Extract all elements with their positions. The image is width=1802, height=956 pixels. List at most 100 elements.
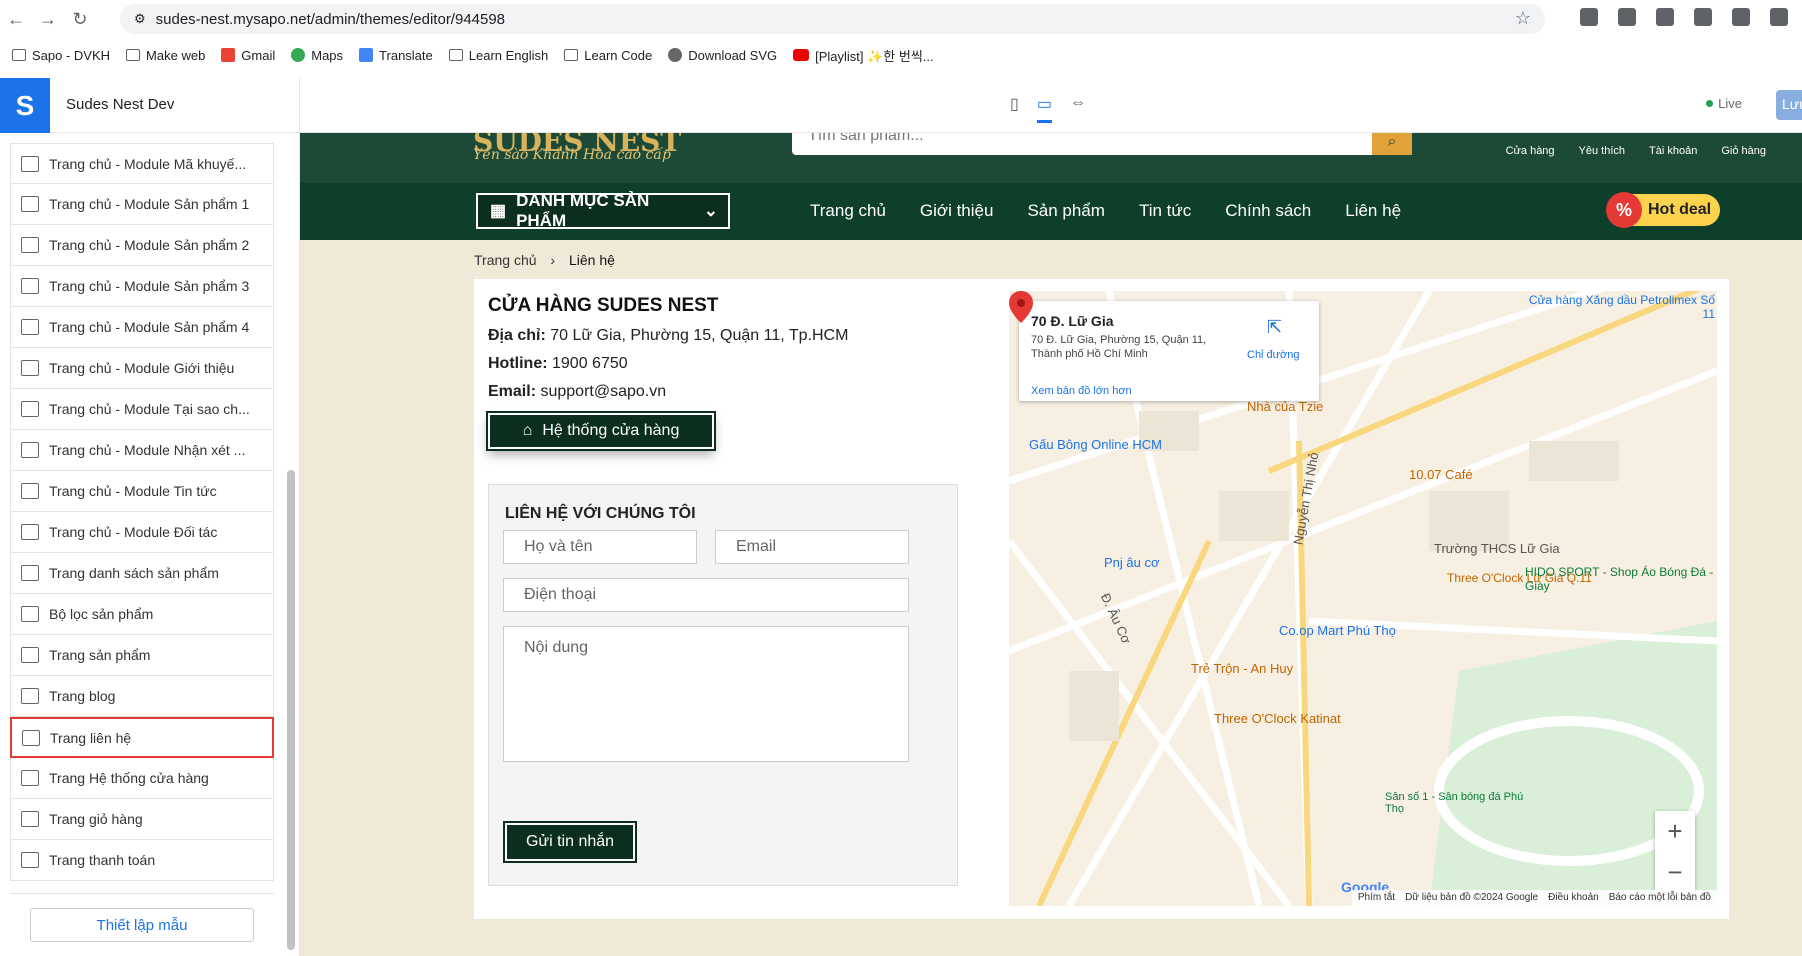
- map-poi[interactable]: Sân số 1 - Sân bóng đá Phú Thọ: [1385, 791, 1535, 815]
- phone-field[interactable]: Điện thoại: [503, 578, 909, 612]
- map-poi[interactable]: Three O'Clock Katinat: [1214, 711, 1341, 726]
- desktop-icon[interactable]: ▭: [1036, 94, 1052, 123]
- bookmarks-bar: Sapo - DVKH Make web Gmail Maps Translat…: [0, 40, 1802, 70]
- bookmark[interactable]: Learn Code: [564, 48, 652, 63]
- map-poi[interactable]: Trẻ Trộn - An Huy: [1191, 661, 1293, 676]
- sidebar-item[interactable]: Trang danh sách sản phẩm: [10, 553, 274, 594]
- sidebar-scrollbar[interactable]: [287, 470, 295, 950]
- sidebar-item[interactable]: Trang chủ - Module Giới thiệu: [10, 348, 274, 389]
- fullwidth-icon[interactable]: ⇔: [1070, 94, 1086, 123]
- sidebar-item[interactable]: Trang chủ - Module Đối tác: [10, 512, 274, 553]
- sidebar-item[interactable]: Trang thanh toán: [10, 840, 274, 881]
- sidebar-item[interactable]: Trang chủ - Module Sản phẩm 3: [10, 266, 274, 307]
- puzzle-icon[interactable]: [1770, 8, 1788, 26]
- sidebar-item[interactable]: Trang chủ - Module Tại sao ch...: [10, 389, 274, 430]
- store-system-button[interactable]: ⌂ Hệ thống cửa hàng: [486, 411, 716, 451]
- shortcuts-link[interactable]: Phím tắt: [1358, 892, 1395, 904]
- sidebar-item[interactable]: Trang chủ - Module Mã khuyế...: [10, 143, 274, 184]
- message-field[interactable]: Nội dung: [503, 626, 909, 762]
- extension-icon[interactable]: [1656, 8, 1674, 26]
- divider: [10, 893, 274, 894]
- wishlist-link[interactable]: Yêu thích: [1579, 145, 1625, 157]
- template-settings-button[interactable]: Thiết lập mẫu: [30, 908, 254, 942]
- folder-icon: [448, 49, 463, 61]
- reload-icon[interactable]: ↻: [64, 3, 96, 35]
- account-link[interactable]: Tài khoản: [1649, 145, 1697, 157]
- breadcrumb-home[interactable]: Trang chủ: [474, 252, 537, 268]
- hot-deal-button[interactable]: % Hot deal: [1606, 192, 1720, 228]
- sidebar-item[interactable]: Trang blog: [10, 676, 274, 717]
- device-switcher: ▯ ▭ ⇔: [1010, 94, 1086, 123]
- sidebar-item[interactable]: Trang giỏ hàng: [10, 799, 274, 840]
- bookmark[interactable]: Translate: [359, 48, 433, 63]
- map-poi[interactable]: Trường THCS Lữ Gia: [1434, 541, 1560, 556]
- sidebar-item[interactable]: Trang liên hệ: [10, 717, 274, 758]
- sidebar-item[interactable]: Trang chủ - Module Tin tức: [10, 471, 274, 512]
- bookmark[interactable]: Sapo - DVKH: [12, 48, 110, 63]
- nav-about[interactable]: Giới thiệu: [920, 201, 994, 221]
- category-menu-button[interactable]: ▦ DANH MỤC SẢN PHẨM ⌄: [476, 191, 730, 230]
- extension-icon[interactable]: [1618, 8, 1636, 26]
- site-info-icon[interactable]: ⚙: [134, 11, 146, 27]
- sapo-logo[interactable]: S: [0, 78, 50, 133]
- store-map[interactable]: 70 Đ. Lữ Gia 70 Đ. Lữ Gia, Phường 15, Qu…: [1009, 291, 1717, 906]
- sidebar-item[interactable]: Trang Hệ thống cửa hàng: [10, 758, 274, 799]
- sidebar-item[interactable]: Trang chủ - Module Nhận xét ...: [10, 430, 274, 471]
- extension-icon[interactable]: [1732, 8, 1750, 26]
- nav-news[interactable]: Tin tức: [1139, 201, 1191, 221]
- sidebar-item[interactable]: Trang sản phẩm: [10, 635, 274, 676]
- live-dot-icon: [1706, 100, 1714, 107]
- map-poi[interactable]: Co.op Mart Phú Thọ: [1279, 623, 1396, 638]
- sidebar-item[interactable]: Trang chủ - Module Sản phẩm 2: [10, 225, 274, 266]
- save-button[interactable]: Lưu: [1776, 90, 1802, 120]
- layout-icon: [21, 483, 39, 499]
- sidebar-item[interactable]: Trang chủ - Module Sản phẩm 1: [10, 184, 274, 225]
- printer-icon: [21, 852, 39, 868]
- back-icon[interactable]: ←: [0, 3, 32, 35]
- map-poi[interactable]: Pnj âu cơ: [1104, 555, 1160, 570]
- sidebar-item[interactable]: Trang chủ - Module Sản phẩm 4: [10, 307, 274, 348]
- sidebar-item[interactable]: Bộ lọc sản phẩm: [10, 594, 274, 635]
- layout-icon: [21, 442, 39, 458]
- map-poi[interactable]: 10.07 Café: [1409, 467, 1473, 482]
- bookmark[interactable]: Download SVG: [668, 48, 777, 63]
- bookmark[interactable]: Make web: [126, 48, 205, 63]
- maps-icon: [291, 48, 306, 62]
- address-bar[interactable]: ⚙ sudes-nest.mysapo.net/admin/themes/edi…: [120, 4, 1545, 34]
- map-poi[interactable]: Nhà của Tzie: [1247, 399, 1323, 414]
- search-icon[interactable]: ⌕: [1372, 133, 1412, 155]
- sidebar-item-label: Trang chủ - Module Sản phẩm 2: [49, 237, 250, 253]
- location-pin-icon[interactable]: [1009, 291, 1033, 323]
- directions-icon[interactable]: ⇱: [1267, 317, 1285, 337]
- sidebar-item-label: Trang chủ - Module Mã khuyế...: [49, 155, 247, 172]
- cart-link[interactable]: Giỏ hàng: [1721, 145, 1766, 157]
- report-link[interactable]: Báo cáo một lỗi bản đồ: [1609, 892, 1711, 904]
- bookmark[interactable]: [Playlist] ✨한 번씩...: [793, 46, 934, 65]
- directions-link[interactable]: Chỉ đường: [1247, 349, 1300, 361]
- bookmark[interactable]: Gmail: [221, 48, 275, 63]
- extension-icon[interactable]: [1694, 8, 1712, 26]
- send-message-button[interactable]: Gửi tin nhắn: [503, 821, 637, 863]
- bookmark[interactable]: Maps: [291, 48, 343, 63]
- terms-link[interactable]: Điều khoản: [1548, 892, 1599, 904]
- nav-products[interactable]: Sản phẩm: [1027, 201, 1105, 221]
- zoom-out-icon[interactable]: −: [1655, 852, 1695, 893]
- nav-policy[interactable]: Chính sách: [1225, 201, 1311, 221]
- mobile-icon[interactable]: ▯: [1010, 94, 1019, 123]
- larger-map-link[interactable]: Xem bản đồ lớn hơn: [1031, 385, 1132, 397]
- extension-icon[interactable]: [1580, 8, 1598, 26]
- nav-contact[interactable]: Liên hệ: [1345, 201, 1401, 221]
- hand-icon: [21, 770, 39, 786]
- nav-home[interactable]: Trang chủ: [810, 201, 886, 221]
- map-poi[interactable]: Cửa hàng Xăng dầu Petrolimex Số 11: [1515, 293, 1715, 321]
- map-poi[interactable]: HIDO SPORT - Shop Áo Bóng Đá - Giày: [1525, 565, 1715, 593]
- forward-icon[interactable]: →: [32, 3, 64, 35]
- bookmark[interactable]: Learn English: [448, 48, 548, 63]
- email-field[interactable]: Email: [715, 530, 909, 564]
- search-input[interactable]: Tìm sản phẩm...: [792, 133, 1372, 155]
- store-link[interactable]: Cửa hàng: [1506, 145, 1555, 157]
- bookmark-star-icon[interactable]: ☆: [1515, 8, 1531, 29]
- zoom-in-icon[interactable]: +: [1655, 811, 1695, 852]
- name-field[interactable]: Họ và tên: [503, 530, 697, 564]
- map-poi[interactable]: Gấu Bông Online HCM: [1029, 437, 1162, 452]
